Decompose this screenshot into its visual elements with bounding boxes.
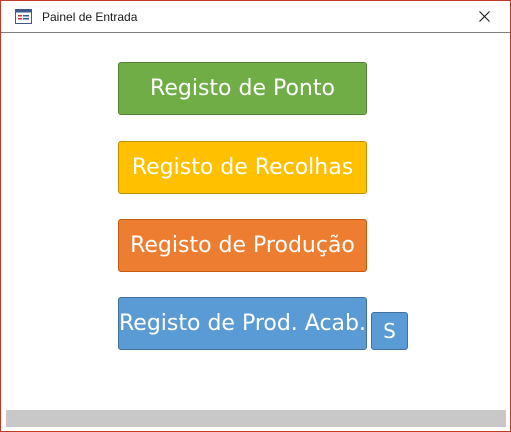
form-icon [15,9,32,24]
s-button-label: S [383,319,396,343]
registo-recolhas-button[interactable]: Registo de Recolhas [118,141,367,194]
close-icon [479,11,490,22]
window-title: Painel de Entrada [42,10,138,24]
close-button[interactable] [463,1,507,32]
painel-entrada-window: Painel de Entrada Registo de Ponto Regis… [0,0,511,432]
horizontal-scrollbar[interactable] [6,410,506,427]
registo-recolhas-label: Registo de Recolhas [131,154,354,180]
registo-prod-acab-label: Registo de Prod. Acab. [119,310,366,336]
title-bar[interactable]: Painel de Entrada [1,1,510,33]
registo-producao-label: Registo de Produção [130,232,355,258]
s-button[interactable]: S [371,312,408,350]
registo-prod-acab-button[interactable]: Registo de Prod. Acab. [118,297,367,350]
registo-ponto-label: Registo de Ponto [150,75,335,101]
registo-ponto-button[interactable]: Registo de Ponto [118,62,367,115]
registo-producao-button[interactable]: Registo de Produção [118,219,367,272]
